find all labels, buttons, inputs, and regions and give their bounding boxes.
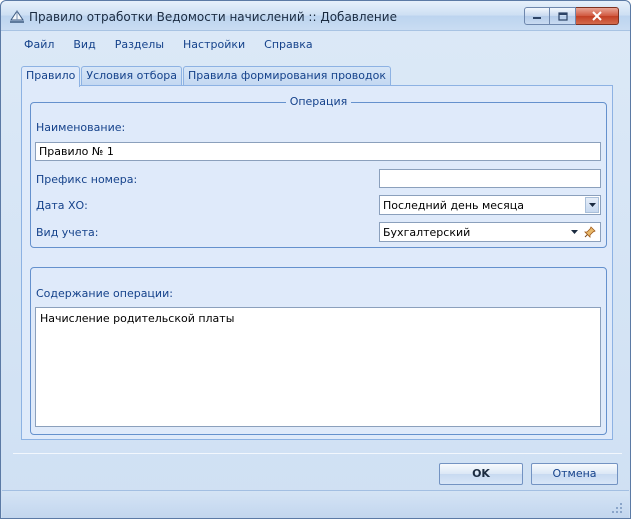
dialog-window: Правило отработки Ведомости начислений :…: [0, 0, 631, 519]
app-icon: [9, 8, 25, 24]
cancel-button[interactable]: Отмена: [531, 463, 618, 485]
tab-selection-conditions[interactable]: Условия отбора: [81, 66, 183, 86]
content-group: Содержание операции: Начисление родитель…: [30, 267, 607, 435]
date-dropdown-button[interactable]: [585, 197, 599, 213]
window-title: Правило отработки Ведомости начислений :…: [29, 10, 397, 24]
accounting-select[interactable]: Бухгалтерский: [379, 222, 601, 242]
date-select[interactable]: Последний день месяца: [379, 195, 601, 215]
close-icon: [592, 11, 602, 21]
tab-rule[interactable]: Правило: [21, 66, 81, 87]
date-select-value: Последний день месяца: [383, 199, 524, 212]
menu-help[interactable]: Справка: [264, 38, 312, 51]
minimize-button[interactable]: [524, 7, 550, 25]
tab-page-rule: Операция Наименование: Правило № 1 Префи…: [21, 85, 613, 440]
title-bar[interactable]: Правило отработки Ведомости начислений :…: [1, 1, 630, 31]
menu-view[interactable]: Вид: [73, 38, 95, 51]
ok-button[interactable]: OK: [439, 463, 523, 485]
menu-bar: Файл Вид Разделы Настройки Справка: [2, 32, 629, 56]
content-label: Содержание операции:: [36, 287, 173, 300]
accounting-label: Вид учета:: [36, 226, 99, 239]
prefix-input[interactable]: [379, 169, 601, 188]
menu-settings[interactable]: Настройки: [183, 38, 245, 51]
operation-group: Операция Наименование: Правило № 1 Префи…: [30, 95, 607, 248]
date-label: Дата ХО:: [36, 199, 88, 212]
menu-file[interactable]: Файл: [24, 38, 54, 51]
minimize-icon: [533, 17, 541, 19]
name-label: Наименование:: [36, 121, 126, 134]
maximize-button[interactable]: [550, 7, 576, 25]
chevron-down-icon[interactable]: [571, 230, 578, 234]
operation-group-title: Операция: [285, 95, 352, 108]
status-bar: [2, 490, 629, 518]
close-button[interactable]: [576, 7, 619, 25]
name-input[interactable]: Правило № 1: [35, 142, 601, 161]
chevron-down-icon: [588, 203, 596, 207]
resize-grip-icon[interactable]: [612, 503, 623, 514]
maximize-icon: [557, 11, 568, 21]
content-textarea[interactable]: Начисление родительской платы: [35, 307, 601, 427]
menu-sections[interactable]: Разделы: [115, 38, 164, 51]
tab-strip: Правило Условия отбора Правила формирова…: [21, 66, 392, 87]
footer-divider: [13, 453, 622, 454]
accounting-select-value: Бухгалтерский: [383, 226, 471, 239]
pin-icon[interactable]: [584, 226, 596, 238]
tab-posting-rules[interactable]: Правила формирования проводок: [183, 66, 391, 86]
prefix-label: Префикс номера:: [36, 173, 138, 186]
